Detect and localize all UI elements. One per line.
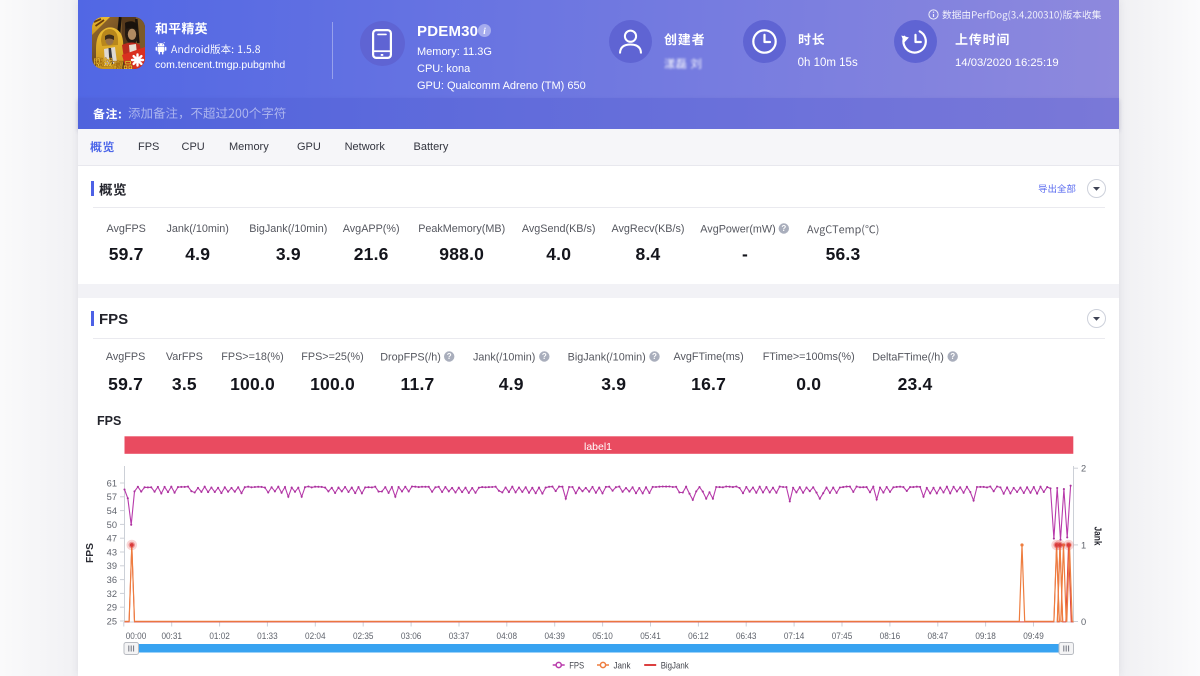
- svg-text:00:00: 00:00: [126, 631, 147, 641]
- svg-text:39: 39: [107, 561, 117, 571]
- svg-text:06:43: 06:43: [736, 631, 757, 641]
- svg-text:61: 61: [107, 478, 117, 488]
- svg-text:02:35: 02:35: [353, 631, 374, 641]
- svg-text:08:16: 08:16: [880, 631, 901, 641]
- svg-text:08:47: 08:47: [928, 631, 949, 641]
- svg-text:2: 2: [1081, 464, 1086, 474]
- svg-text:0: 0: [1081, 617, 1086, 627]
- svg-text:1: 1: [1081, 540, 1086, 550]
- svg-text:label1: label1: [584, 441, 612, 453]
- svg-text:09:49: 09:49: [1023, 631, 1044, 641]
- svg-text:57: 57: [107, 492, 117, 502]
- svg-text:01:33: 01:33: [257, 631, 278, 641]
- svg-text:54: 54: [107, 506, 117, 516]
- svg-text:03:06: 03:06: [401, 631, 422, 641]
- svg-text:06:12: 06:12: [688, 631, 709, 641]
- svg-text:01:02: 01:02: [209, 631, 230, 641]
- svg-text:?: ?: [950, 352, 955, 361]
- svg-text:Jank: Jank: [1092, 527, 1103, 546]
- svg-text:?: ?: [447, 352, 452, 361]
- svg-text:25: 25: [107, 616, 117, 626]
- svg-text:02:04: 02:04: [305, 631, 326, 641]
- svg-text:07:14: 07:14: [784, 631, 805, 641]
- svg-text:43: 43: [107, 547, 117, 557]
- svg-text:47: 47: [107, 534, 117, 544]
- svg-text:07:45: 07:45: [832, 631, 853, 641]
- svg-text:09:18: 09:18: [975, 631, 996, 641]
- svg-text:29: 29: [107, 603, 117, 613]
- svg-text:36: 36: [107, 575, 117, 585]
- svg-text:00:31: 00:31: [161, 631, 182, 641]
- svg-text:FPS: FPS: [569, 660, 584, 671]
- svg-text:BigJank: BigJank: [661, 660, 689, 671]
- svg-text:?: ?: [782, 224, 787, 233]
- svg-text:FPS: FPS: [85, 543, 96, 563]
- svg-text:i: i: [483, 26, 486, 36]
- svg-text:04:39: 04:39: [544, 631, 565, 641]
- svg-text:?: ?: [652, 352, 657, 361]
- svg-text:Jank: Jank: [614, 660, 631, 671]
- svg-text:50: 50: [107, 520, 117, 530]
- svg-text:03:37: 03:37: [449, 631, 470, 641]
- svg-text:05:10: 05:10: [592, 631, 613, 641]
- svg-text:04:08: 04:08: [497, 631, 518, 641]
- svg-text:32: 32: [107, 589, 117, 599]
- svg-text:05:41: 05:41: [640, 631, 661, 641]
- svg-text:?: ?: [541, 352, 546, 361]
